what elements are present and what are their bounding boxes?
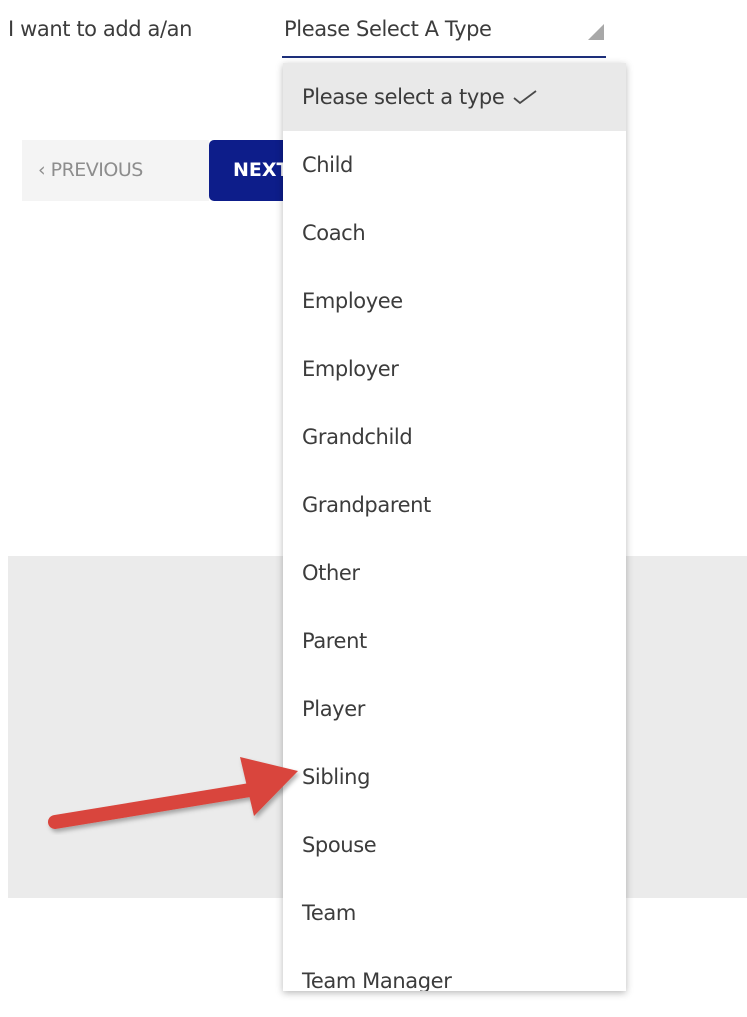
checkmark-icon (513, 90, 537, 105)
option-sibling[interactable]: Sibling (283, 743, 626, 811)
page: I want to add a/an Please Select A Type … (0, 0, 747, 1017)
option-team-manager[interactable]: Team Manager (283, 947, 626, 991)
option-other[interactable]: Other (283, 539, 626, 607)
option-parent[interactable]: Parent (283, 607, 626, 675)
option-employer[interactable]: Employer (283, 335, 626, 403)
option-team[interactable]: Team (283, 879, 626, 947)
type-dropdown-menu: Please select a type Child Coach Employe… (283, 63, 626, 991)
prompt-label: I want to add a/an (8, 17, 193, 41)
option-coach[interactable]: Coach (283, 199, 626, 267)
type-select[interactable]: Please Select A Type (282, 10, 606, 58)
select-value: Please Select A Type (284, 17, 492, 41)
option-please-select[interactable]: Please select a type (283, 63, 626, 131)
option-grandchild[interactable]: Grandchild (283, 403, 626, 471)
previous-button[interactable]: ‹ PREVIOUS (22, 140, 209, 201)
option-player[interactable]: Player (283, 675, 626, 743)
option-child[interactable]: Child (283, 131, 626, 199)
option-spouse[interactable]: Spouse (283, 811, 626, 879)
option-employee[interactable]: Employee (283, 267, 626, 335)
triangle-corner-icon (588, 24, 604, 40)
option-grandparent[interactable]: Grandparent (283, 471, 626, 539)
option-label: Please select a type (302, 85, 505, 109)
